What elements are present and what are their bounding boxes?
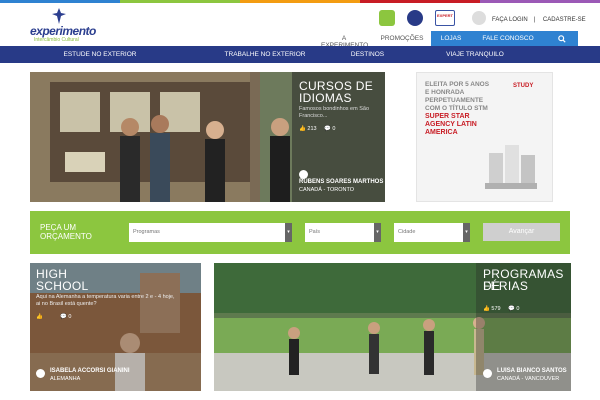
logo-tagline: Intercâmbio Cultural <box>34 37 79 43</box>
card-caption: Aqui na Alemanha a temperatura varia ent… <box>36 294 175 300</box>
country-select[interactable]: País ▾ <box>305 223 381 242</box>
city-select[interactable]: Cidade ▾ <box>394 223 470 242</box>
card-programas-de-ferias[interactable]: PROGRAMAS DE FÉRIAS 👍 579 💬 0 LUISA BIAN… <box>214 263 571 391</box>
logo-mark-icon <box>52 8 66 24</box>
signup-link[interactable]: CADASTRE-SE <box>543 17 586 23</box>
top-color-stripe <box>0 0 600 3</box>
author-name: LUISA BIANCO SANTOS <box>497 368 567 374</box>
comment-icon: 💬 <box>60 314 67 320</box>
chevron-down-icon: ▾ <box>285 223 292 242</box>
study-badge: STUDY <box>513 83 534 89</box>
like-count[interactable]: 👍 579 <box>483 306 501 312</box>
main-nav-viaje[interactable]: VIAJE TRANQUILO <box>405 51 545 58</box>
like-count[interactable]: 👍 213 <box>299 126 317 132</box>
author-avatar-icon <box>483 369 492 378</box>
search-icon <box>557 35 566 43</box>
like-count[interactable]: 👍 <box>36 314 43 320</box>
trophy-icon <box>485 145 537 189</box>
card-title: IDIOMAS <box>299 91 352 105</box>
comment-count[interactable]: 💬 0 <box>508 306 519 312</box>
card-caption: ai no Brasil está quente? <box>36 301 97 307</box>
main-nav-destinos[interactable]: DESTINOS <box>330 51 405 58</box>
author-name: RUBENS SOARES MARTHOS <box>299 179 384 185</box>
badge-2-icon[interactable] <box>407 10 423 26</box>
comment-icon: 💬 <box>324 126 331 132</box>
main-nav-estude[interactable]: ESTUDE NO EXTERIOR <box>0 51 200 58</box>
card-caption: Francisco... <box>299 113 328 119</box>
card-title: SCHOOL <box>36 279 89 293</box>
ad-line: ELEITA POR 5 ANOS E HONRADA PERPETUAMENTE C… <box>425 81 490 112</box>
card-caption: Famosos bondinhos em São <box>299 106 370 112</box>
badge-1-icon[interactable] <box>379 10 395 26</box>
comment-count[interactable]: 💬 0 <box>324 126 335 132</box>
author-name: ISABELA ACCORSI GIANINI <box>50 368 130 374</box>
programs-select[interactable]: Programas ▾ <box>129 223 292 242</box>
comment-icon: 💬 <box>508 306 515 312</box>
user-avatar-icon[interactable] <box>472 11 486 25</box>
main-nav-trabalhe[interactable]: TRABALHE NO EXTERIOR <box>200 51 330 58</box>
comment-count[interactable]: 💬 0 <box>60 314 71 320</box>
author-location: CANADÁ - TORONTO <box>299 187 355 193</box>
stm-award-ad[interactable]: ELEITA POR 5 ANOS E HONRADA PERPETUAMENTE C… <box>416 72 553 202</box>
expert-badge[interactable]: EXPERT <box>435 10 455 26</box>
login-link[interactable]: FAÇA LOGIN <box>492 17 528 23</box>
author-avatar-icon <box>36 369 45 378</box>
advance-button[interactable]: Avançar <box>483 223 560 241</box>
card-cursos-de-idiomas[interactable]: CURSOS DE IDIOMAS Famosos bondinhos em S… <box>30 72 385 202</box>
author-location: ALEMANHA <box>50 376 81 382</box>
author-location: CANADÁ - VANCOUVER <box>497 376 560 382</box>
card-high-school[interactable]: HIGH SCHOOL Aqui na Alemanha a temperatu… <box>30 263 201 391</box>
author-avatar-icon <box>299 170 308 179</box>
thumb-up-icon: 👍 <box>36 314 43 320</box>
thumb-up-icon: 👍 <box>299 126 306 132</box>
logo-name: experimento <box>30 24 96 38</box>
card-title: FÉRIAS <box>483 279 529 293</box>
quote-label: PEÇA UM ORÇAMENTO <box>40 223 92 241</box>
thumb-up-icon: 👍 <box>483 306 490 312</box>
main-nav: ESTUDE NO EXTERIOR TRABALHE NO EXTERIOR … <box>0 46 600 63</box>
ad-title: SUPER STAR AGENCY LATIN AMERICA <box>425 113 477 136</box>
logo[interactable]: experimento Intercâmbio Cultural <box>30 8 100 44</box>
chevron-down-icon: ▾ <box>374 223 381 242</box>
quote-form: PEÇA UM ORÇAMENTO Programas ▾ País ▾ Cidade… <box>30 211 570 254</box>
chevron-down-icon: ▾ <box>463 223 470 242</box>
